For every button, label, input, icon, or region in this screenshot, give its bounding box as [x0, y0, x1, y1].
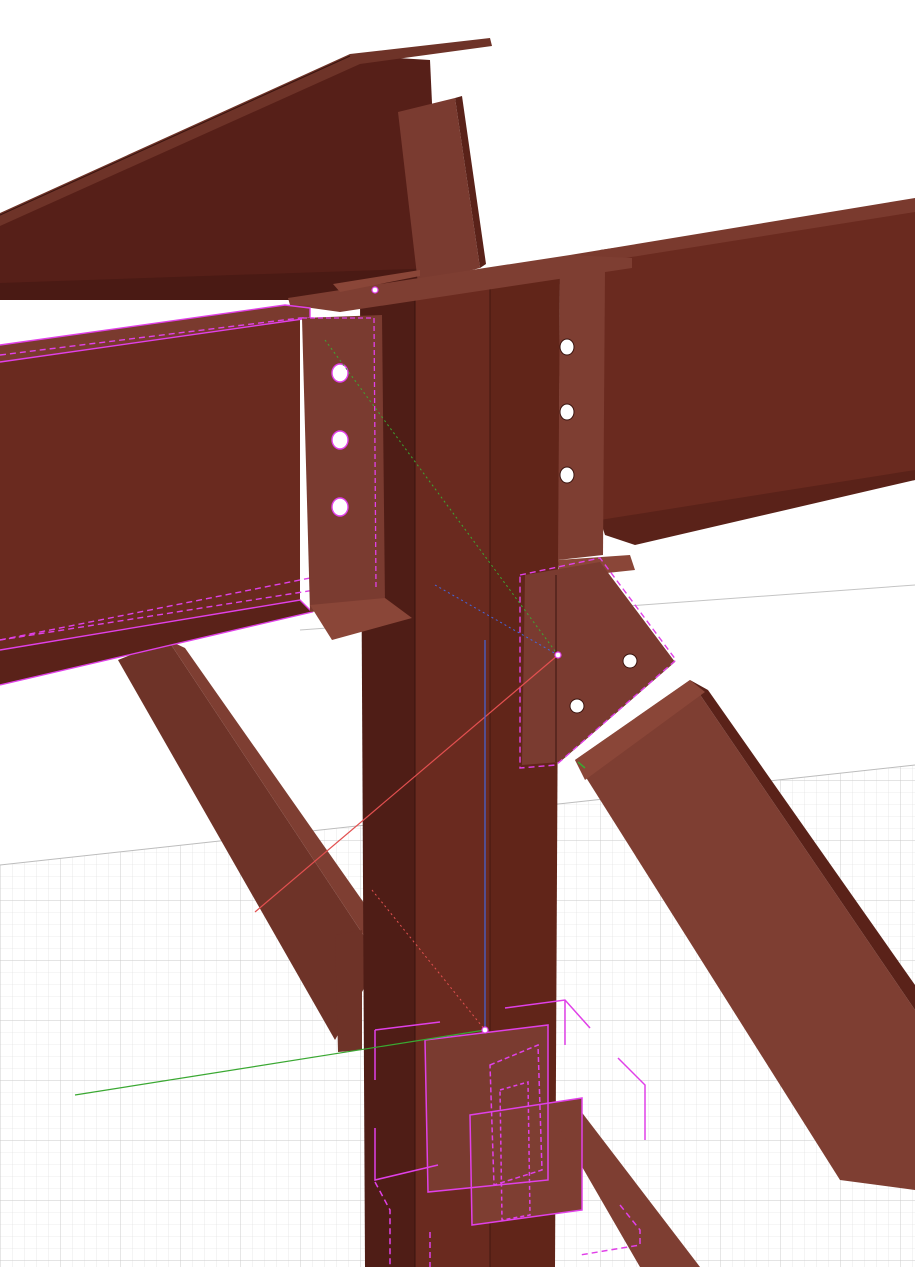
- anchor-point-base: [481, 1026, 489, 1034]
- stiffener-plate[interactable]: [335, 930, 362, 1052]
- beam-right[interactable]: [570, 198, 915, 545]
- anchor-point-top: [371, 286, 379, 294]
- 3d-viewport[interactable]: [0, 0, 915, 1267]
- anchor-point-gusset: [554, 651, 562, 659]
- steel-model-scene[interactable]: [0, 0, 915, 1267]
